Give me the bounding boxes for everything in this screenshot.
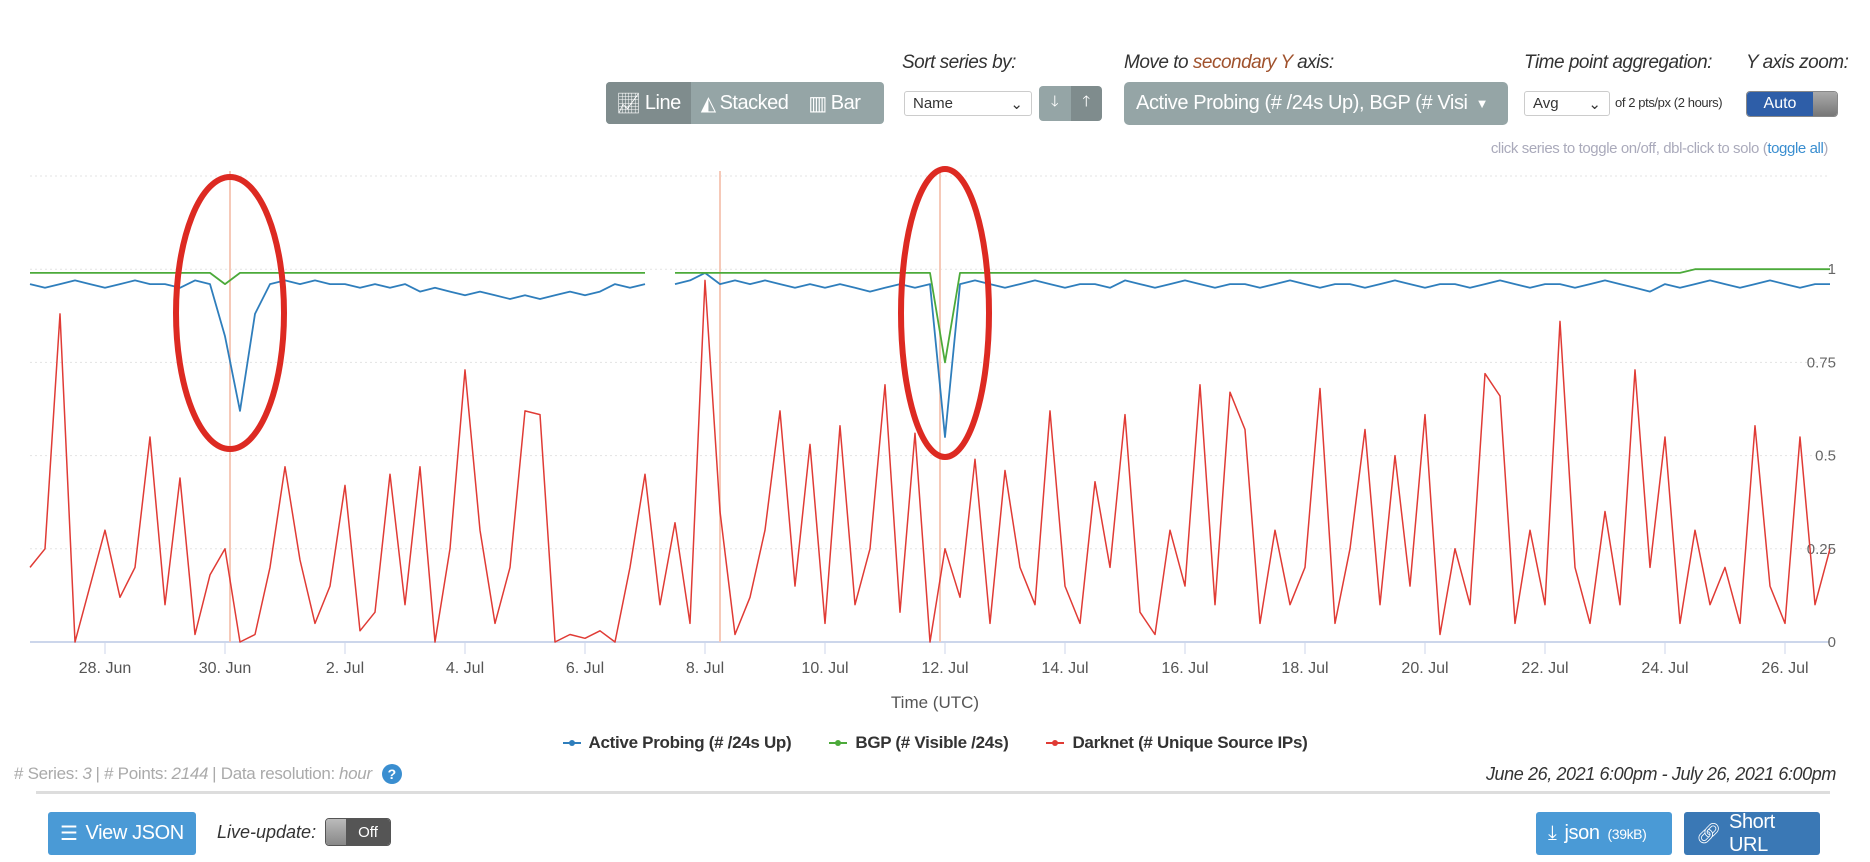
- series-count: 3: [82, 764, 92, 783]
- sort-value: Name: [913, 95, 954, 112]
- annotation-circle: [898, 166, 992, 460]
- secondary-axis-dropdown[interactable]: Active Probing (# /24s Up), BGP (# Visi ▼: [1124, 82, 1508, 125]
- live-update-label: Live-update:: [217, 822, 317, 842]
- y-zoom-label: Y axis zoom:: [1746, 52, 1849, 73]
- toggle-all-link[interactable]: toggle all: [1767, 140, 1823, 157]
- x-tick-label: 16. Jul: [1161, 660, 1208, 677]
- help-icon[interactable]: ?: [381, 764, 402, 784]
- area-chart-icon: ◭: [700, 92, 716, 115]
- secondary-label-post: axis:: [1292, 52, 1334, 73]
- line-label: Line: [644, 91, 681, 114]
- json-size: (39kB): [1607, 825, 1647, 842]
- x-tick-label: 12. Jul: [921, 660, 968, 677]
- aggregation-select[interactable]: Avg ⌄: [1524, 91, 1610, 116]
- legend-item-bgp[interactable]: BGP (# Visible /24s): [829, 733, 1009, 753]
- stacked-label: Stacked: [719, 91, 789, 114]
- sort-select[interactable]: Name ⌄: [904, 91, 1032, 116]
- series-label: # Series:: [14, 764, 79, 783]
- sort-direction-group: 🡓 🡑: [1039, 86, 1102, 121]
- x-tick-label: 26. Jul: [1761, 660, 1808, 677]
- aggregation-note: of 2 pts/px (2 hours): [1615, 95, 1723, 110]
- chart-type-group: 📈︎ Line ◭ Stacked ▥ Bar: [606, 82, 884, 124]
- secondary-label-accent: secondary Y: [1192, 52, 1293, 73]
- y-tick-label: 0.5: [1815, 448, 1836, 465]
- y-tick-label: 0: [1828, 634, 1836, 651]
- y-tick-label: 0.75: [1807, 354, 1836, 371]
- legend-item-active-probing[interactable]: Active Probing (# /24s Up): [562, 733, 792, 753]
- legend-swatch: [562, 740, 581, 746]
- link-icon: 🔗︎: [1696, 823, 1721, 845]
- series-line-active-probing: [29, 272, 1830, 438]
- x-tick-label: 22. Jul: [1521, 660, 1568, 677]
- download-icon: ⤓: [1548, 822, 1557, 844]
- live-update-value: Off: [346, 819, 390, 845]
- points-label: | # Points:: [95, 764, 168, 783]
- bar-chart-icon: ▥: [808, 92, 827, 115]
- bar-button[interactable]: ▥ Bar: [798, 82, 870, 124]
- legend: Active Probing (# /24s Up) BGP (# Visibl…: [0, 733, 1870, 753]
- aggregation-value: Avg: [1533, 95, 1559, 112]
- short-url-button[interactable]: 🔗︎ Short URL: [1684, 810, 1820, 856]
- chevron-down-icon: ⌄: [1588, 95, 1601, 113]
- caret-down-icon: ▼: [1475, 96, 1489, 111]
- secondary-axis-label: Move to secondary Y axis:: [1124, 52, 1334, 74]
- y-zoom-value: Auto: [1747, 92, 1813, 116]
- x-tick-label: 8. Jul: [686, 660, 724, 677]
- x-tick-label: 10. Jul: [801, 660, 848, 677]
- secondary-axis-value: Active Probing (# /24s Up), BGP (# Visi: [1136, 92, 1468, 114]
- download-json-button[interactable]: ⤓ json (39kB): [1536, 812, 1672, 855]
- chevron-down-icon: ⌄: [1010, 95, 1023, 113]
- x-axis-title: Time (UTC): [891, 693, 979, 712]
- x-tick-label: 24. Jul: [1641, 660, 1688, 677]
- sort-down-icon[interactable]: 🡓: [1039, 86, 1071, 121]
- line-chart-icon: 📈︎: [616, 92, 641, 115]
- legend-label: Active Probing (# /24s Up): [588, 733, 792, 752]
- series-line-darknet: [29, 279, 1831, 643]
- hint-text: click series to toggle on/off, dbl-click…: [1490, 140, 1768, 157]
- x-tick-label: 2. Jul: [326, 660, 364, 677]
- sort-label: Sort series by:: [902, 52, 1016, 73]
- x-tick-label: 30. Jun: [199, 660, 251, 677]
- x-tick-label: 18. Jul: [1281, 660, 1328, 677]
- x-tick-label: 14. Jul: [1041, 660, 1088, 677]
- time-series-chart: 00.250.50.75128. Jun 30. Jun 2. Jul 4. Jul 6…: [29, 166, 1836, 712]
- series-stats: # Series: 3 | # Points: 2144 | Data resolu…: [14, 764, 402, 784]
- x-tick-label: 4. Jul: [446, 660, 484, 677]
- bar-label: Bar: [830, 91, 861, 114]
- sort-up-icon[interactable]: 🡑: [1070, 86, 1102, 121]
- line-button[interactable]: 📈︎ Line: [606, 82, 691, 124]
- x-tick-label: 28. Jun: [79, 660, 131, 677]
- view-json-label: View JSON: [85, 822, 185, 844]
- x-tick-label: 20. Jul: [1401, 660, 1448, 677]
- legend-label: BGP (# Visible /24s): [855, 733, 1009, 752]
- resolution-value: hour: [338, 764, 372, 783]
- date-range: June 26, 2021 6:00pm - July 26, 2021 6:0…: [1485, 764, 1836, 784]
- resolution-label: | Data resolution:: [212, 764, 335, 783]
- divider: [36, 791, 1830, 794]
- live-update-toggle[interactable]: Off: [325, 818, 391, 846]
- legend-item-darknet[interactable]: Darknet (# Unique Source IPs): [1046, 733, 1308, 753]
- toggle-knob: [326, 819, 346, 845]
- view-json-button[interactable]: ☰ View JSON: [48, 812, 196, 855]
- list-icon: ☰: [60, 823, 78, 845]
- legend-swatch: [1046, 740, 1065, 746]
- secondary-label-pre: Move to: [1124, 52, 1193, 73]
- aggregation-label: Time point aggregation:: [1524, 52, 1712, 73]
- points-count: 2144: [171, 764, 209, 783]
- json-label: json: [1564, 822, 1600, 844]
- legend-swatch: [829, 740, 848, 746]
- y-zoom-toggle[interactable]: Auto: [1746, 91, 1838, 117]
- x-tick-label: 6. Jul: [566, 660, 604, 677]
- toggle-hint: click series to toggle on/off, dbl-click…: [1490, 140, 1829, 157]
- hint-end: ): [1823, 140, 1828, 157]
- toggle-knob: [1813, 92, 1837, 116]
- stacked-button[interactable]: ◭ Stacked: [691, 82, 799, 124]
- short-url-label: Short URL: [1729, 810, 1775, 856]
- legend-label: Darknet (# Unique Source IPs): [1072, 733, 1308, 752]
